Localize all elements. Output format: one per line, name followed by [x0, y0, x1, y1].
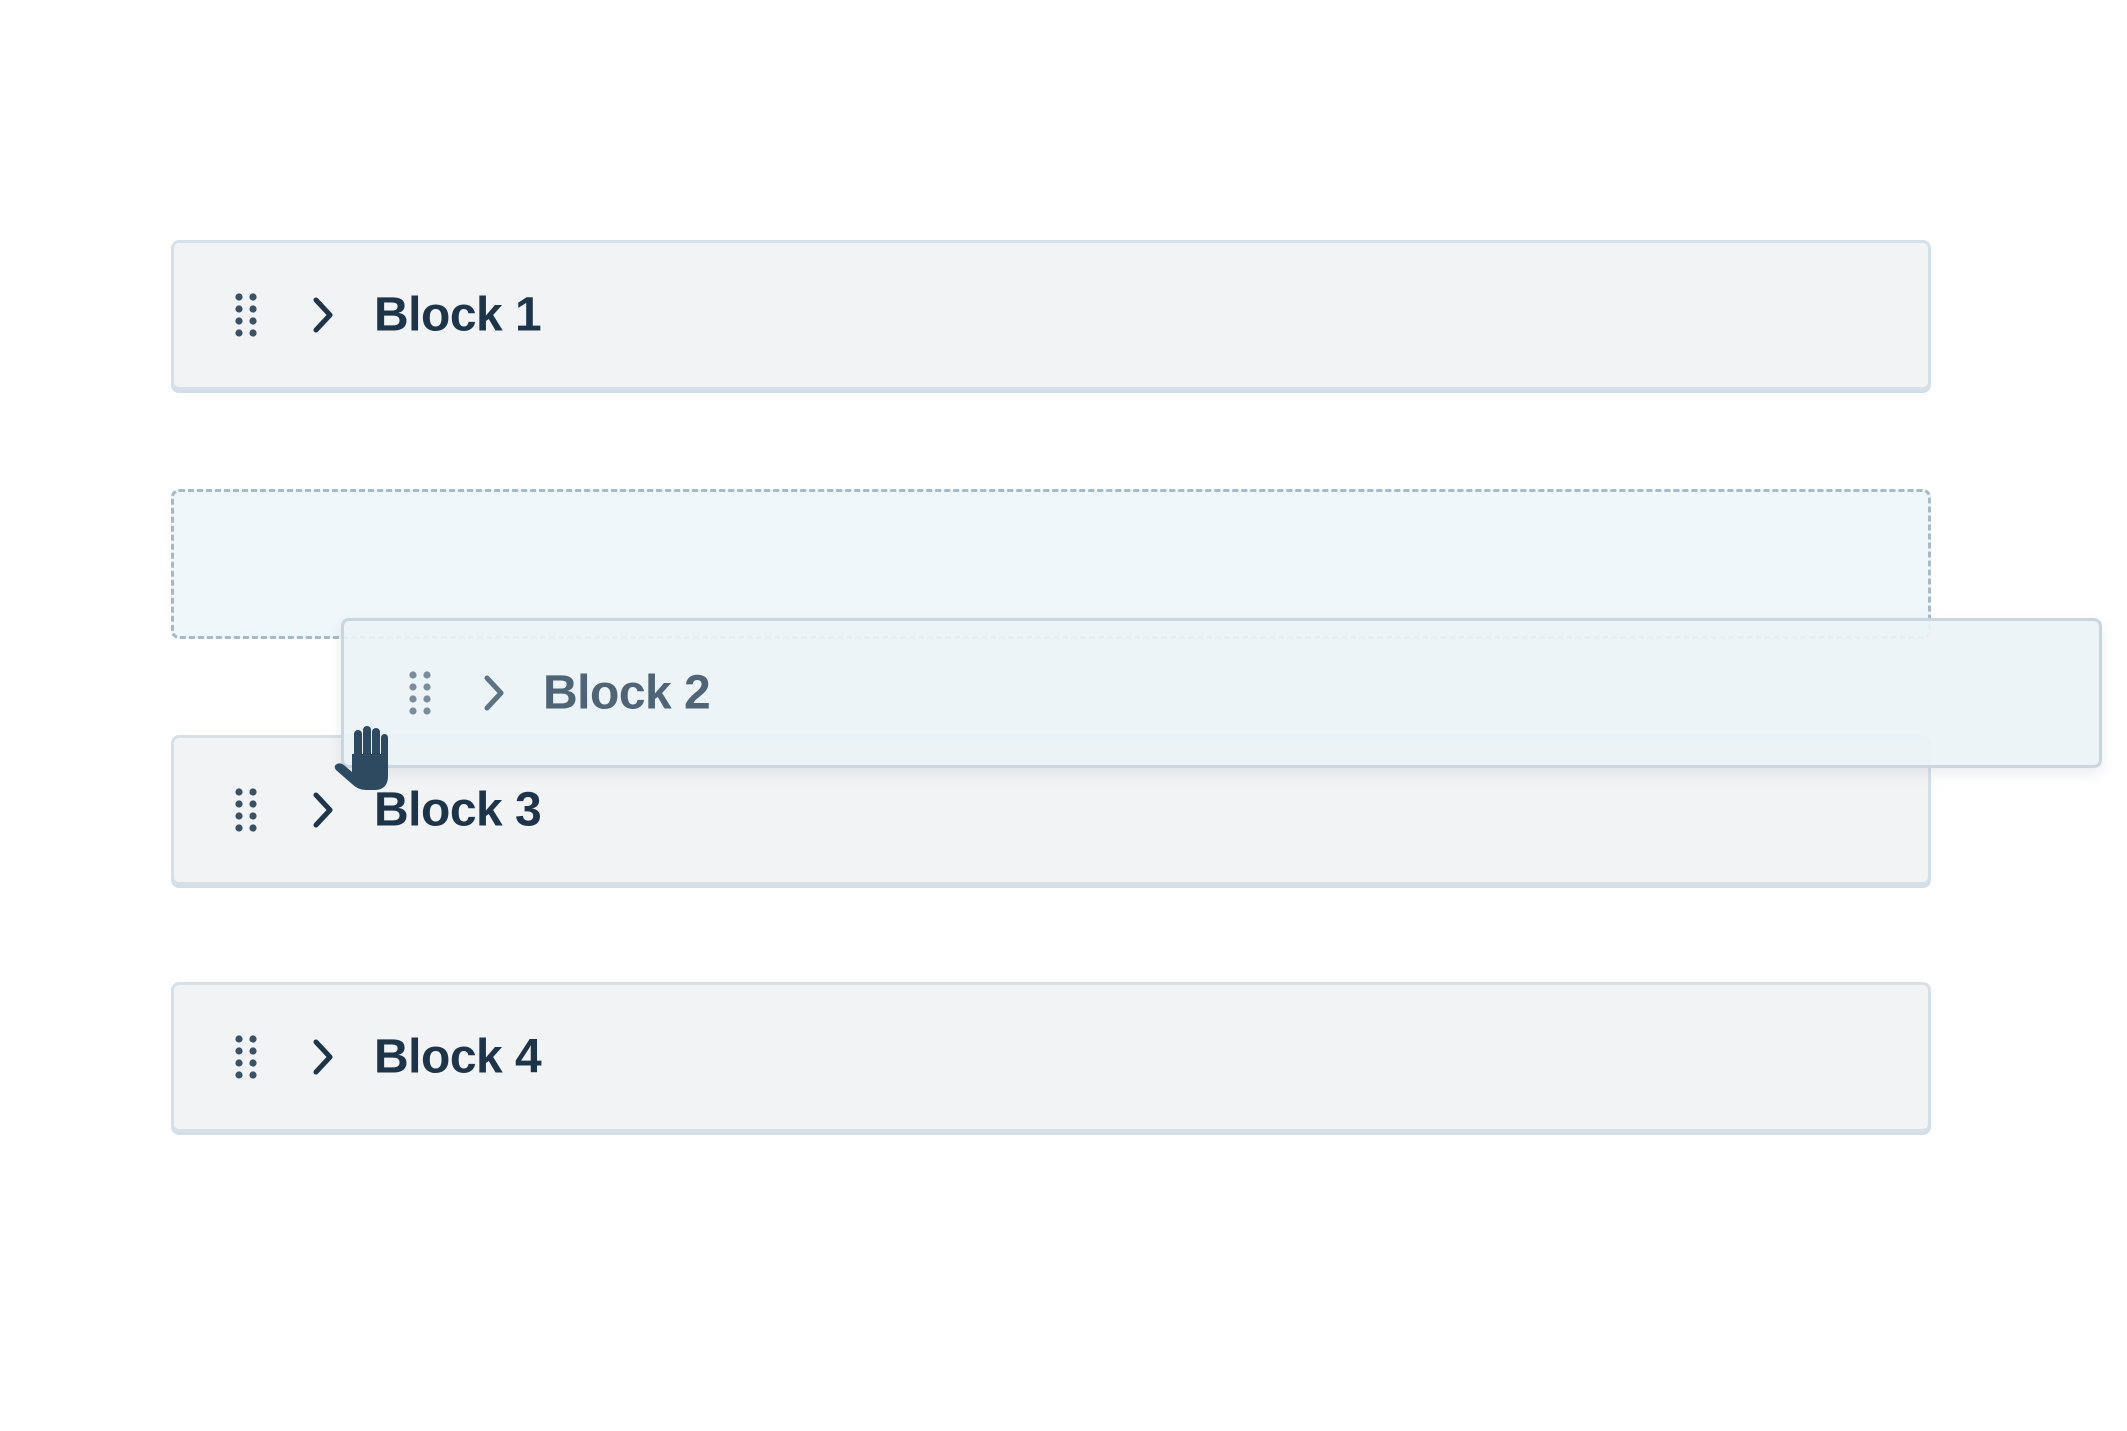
chevron-right-icon[interactable] — [310, 790, 336, 830]
grab-hand-cursor-icon — [334, 726, 388, 790]
sortable-block-list: Block 1 Block 3 Block 4 Block 2 — [0, 0, 2127, 1431]
block-title: Block 4 — [374, 1030, 542, 1084]
block-item-1[interactable]: Block 1 — [171, 240, 1931, 390]
chevron-right-icon[interactable] — [310, 1037, 336, 1077]
block-title: Block 3 — [374, 783, 542, 837]
block-title: Block 1 — [374, 288, 542, 342]
drop-placeholder[interactable] — [171, 489, 1931, 639]
drag-handle-icon[interactable] — [233, 292, 259, 338]
drag-handle-icon[interactable] — [233, 1034, 259, 1080]
dragged-block-2[interactable]: Block 2 — [341, 618, 2102, 768]
chevron-right-icon[interactable] — [310, 295, 336, 335]
block-title: Block 2 — [543, 666, 711, 720]
chevron-right-icon[interactable] — [481, 673, 507, 713]
block-item-4[interactable]: Block 4 — [171, 982, 1931, 1132]
drag-handle-icon[interactable] — [233, 787, 259, 833]
drag-handle-icon[interactable] — [407, 670, 433, 716]
